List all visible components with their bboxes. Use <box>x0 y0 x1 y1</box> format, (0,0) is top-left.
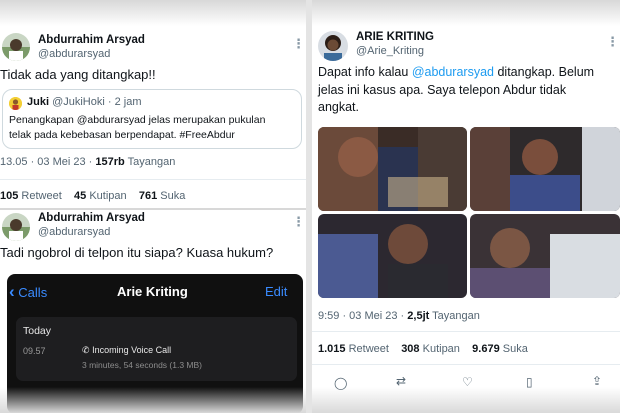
retweets-count: 105 <box>0 190 19 202</box>
likes-count: 9.679 <box>472 343 500 355</box>
author-handle[interactable]: @Arie_Kriting <box>356 45 424 57</box>
tweet-text-line-1: Dapat info kalau @abdurarsyad ditangkap.… <box>318 64 594 81</box>
likes-label: Suka <box>160 190 186 202</box>
avatar[interactable] <box>2 33 30 61</box>
tweet-meta: 13.05 · 03 Mei 23 · 157rb Tayangan <box>0 156 175 168</box>
tweet-photo-1[interactable] <box>318 127 467 211</box>
tweet-text: Tadi ngobrol di telpon itu siapa? Kuasa … <box>0 245 274 260</box>
photo-crowd-icon <box>470 214 620 298</box>
share-icon[interactable]: ⇪ <box>592 374 602 388</box>
quote-text-line-1: Penangkapan @abdurarsyad jelas merupakan… <box>9 114 266 126</box>
edit-button[interactable]: Edit <box>265 284 287 299</box>
divider <box>0 179 306 180</box>
avatar-image-icon <box>2 33 30 61</box>
likes-stat[interactable]: 9.679 Suka <box>472 343 528 355</box>
quoted-tweet-card[interactable]: Juki @JukiHoki · 2 jam Penangkapan @abdu… <box>2 89 302 149</box>
likes-stat[interactable]: 761 Suka <box>139 190 186 202</box>
bottom-blur-edge <box>0 387 306 413</box>
tweet-photo-2[interactable] <box>470 127 620 211</box>
quote-avatar-icon <box>9 97 22 110</box>
author-handle[interactable]: @abdurarsyad <box>38 48 110 60</box>
call-type: Incoming Voice Call <box>92 345 172 355</box>
avatar[interactable] <box>2 213 30 241</box>
mention-link[interactable]: @abdurarsyad <box>412 65 494 79</box>
back-label: Calls <box>18 285 48 300</box>
quote-text-line-2: telak pada kebebasan berpendapat. #FreeA… <box>9 129 235 141</box>
quote-time: · 2 jam <box>107 96 142 108</box>
more-icon[interactable]: ⋮ <box>606 34 619 50</box>
photo-crowd-icon <box>318 214 467 298</box>
views-label: Tayangan <box>432 310 480 322</box>
views-label: Tayangan <box>127 156 176 168</box>
author-handle[interactable]: @abdurarsyad <box>38 226 110 238</box>
call-time: 09.57 <box>23 346 46 356</box>
quote-author-name: Juki <box>27 96 50 108</box>
retweet-icon[interactable]: ⇄ <box>396 374 406 388</box>
avatar[interactable] <box>318 31 348 61</box>
likes-label: Suka <box>502 343 528 355</box>
bottom-blur-edge <box>312 387 620 413</box>
call-history-card: Today 09.57 ✆ Incoming Voice Call 3 minu… <box>16 317 297 381</box>
tweet-stats: 1.015 Retweet 308 Kutipan 9.679 Suka <box>318 343 528 355</box>
retweets-label: Retweet <box>21 190 62 202</box>
retweets-label: Retweet <box>348 343 389 355</box>
tweet-meta: 9:59 · 03 Mei 23 · 2,5jt Tayangan <box>318 310 480 322</box>
tweet-photo-4[interactable] <box>470 214 620 298</box>
phone-icon: ✆ <box>82 345 90 355</box>
quotes-stat[interactable]: 308 Kutipan <box>401 343 460 355</box>
section-divider <box>0 208 306 210</box>
section-label: Today <box>23 325 52 337</box>
contact-title: Arie Kriting <box>117 284 188 299</box>
views-count: 157rb <box>95 156 125 168</box>
more-icon[interactable]: ⋮ <box>292 36 305 52</box>
back-button[interactable]: ‹ Calls <box>9 282 47 302</box>
divider <box>312 364 620 365</box>
avatar-image-icon <box>2 213 30 241</box>
views-count: 2,5jt <box>407 310 430 322</box>
quote-header: Juki @JukiHoki · 2 jam <box>27 96 142 108</box>
author-name[interactable]: ARIE KRITING <box>356 31 434 43</box>
retweets-stat[interactable]: 1.015 Retweet <box>318 343 389 355</box>
author-name[interactable]: Abdurrahim Arsyad <box>38 212 145 224</box>
likes-count: 761 <box>138 190 158 202</box>
tweet-text-line-3: angkat. <box>318 100 360 114</box>
top-blur-edge <box>312 0 620 26</box>
quotes-count: 308 <box>401 343 420 355</box>
right-screenshot-panel: ARIE KRITING @Arie_Kriting ⋮ Dapat info … <box>312 0 620 413</box>
chevron-left-icon: ‹ <box>9 282 15 301</box>
quotes-label: Kutipan <box>422 343 460 355</box>
text-segment: ditangkap. Belum <box>494 65 595 79</box>
text-segment: Dapat info kalau <box>318 65 412 79</box>
quote-author-handle: @JukiHoki <box>52 96 105 108</box>
quotes-stat[interactable]: 45 Kutipan <box>74 190 127 202</box>
call-duration: 3 minutes, 54 seconds (1.3 MB) <box>82 360 203 370</box>
left-screenshot-panel: Abdurrahim Arsyad @abdurarsyad ⋮ Tidak a… <box>0 0 306 413</box>
quotes-count: 45 <box>74 190 87 202</box>
quotes-label: Kutipan <box>89 190 127 202</box>
timestamp[interactable]: 13.05 · 03 Mei 23 · <box>0 156 92 168</box>
avatar-image-icon <box>318 31 348 61</box>
more-icon[interactable]: ⋮ <box>292 214 305 230</box>
photo-crowd-icon <box>470 127 620 211</box>
tweet-photo-3[interactable] <box>318 214 467 298</box>
retweets-stat[interactable]: 105 Retweet <box>0 190 62 202</box>
tweet-text-line-2: jelas ini kasus apa. Saya telepon Abdur … <box>318 83 567 97</box>
photo-crowd-icon <box>318 127 467 211</box>
author-name[interactable]: Abdurrahim Arsyad <box>38 34 145 46</box>
tweet-stats: 105 Retweet 45 Kutipan 761 Suka <box>0 190 185 202</box>
top-blur-edge <box>0 0 306 26</box>
quote-avatar <box>9 97 22 110</box>
divider <box>312 331 620 332</box>
tweet-text: Tidak ada yang ditangkap!! <box>0 67 156 82</box>
retweets-count: 1.015 <box>318 343 346 355</box>
timestamp[interactable]: 9:59 · 03 Mei 23 · <box>318 310 404 322</box>
call-entry[interactable]: ✆ Incoming Voice Call <box>82 345 171 356</box>
